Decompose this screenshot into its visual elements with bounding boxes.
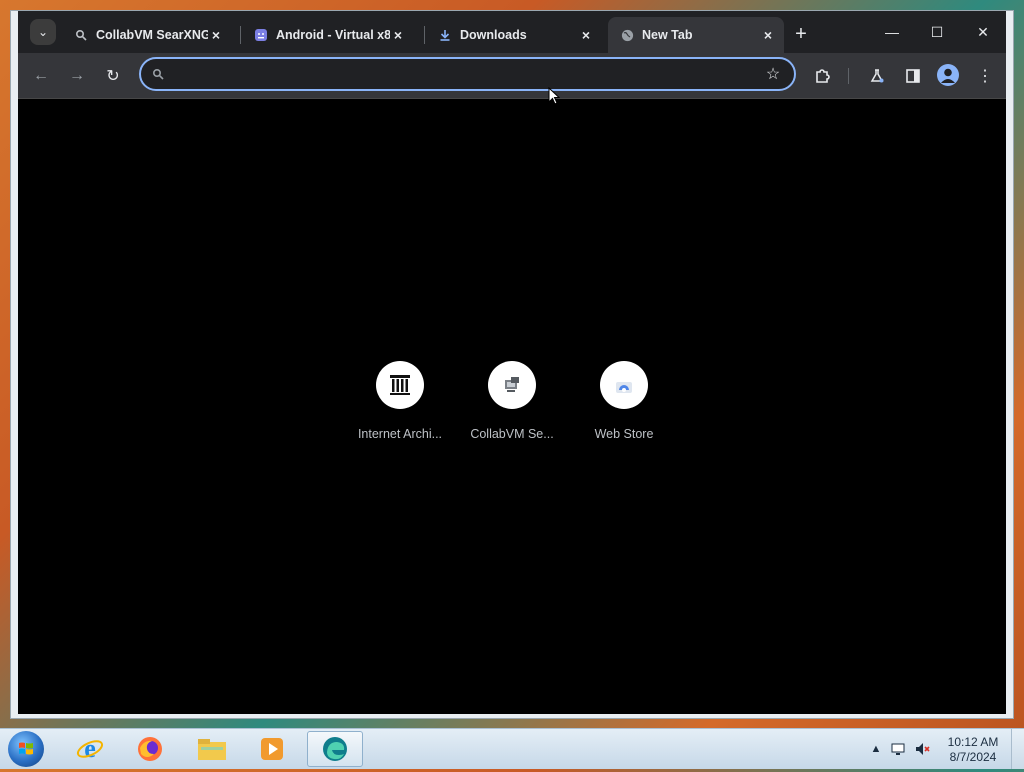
show-hidden-icons-arrow-icon[interactable]: ▲ [868, 741, 884, 757]
new-tab-button[interactable]: + [790, 23, 812, 45]
volume-muted-icon[interactable] [914, 741, 930, 757]
avatar-icon [941, 68, 955, 83]
new-tab-page: Internet Archi... CollabVM Se... Web Sto… [18, 99, 1006, 714]
taskbar-firefox[interactable] [122, 731, 178, 767]
download-icon [438, 28, 452, 42]
side-panel-icon [906, 69, 920, 83]
extensions-button[interactable] [811, 64, 835, 88]
bookmark-star-icon[interactable]: ☆ [764, 65, 782, 83]
taskbar: e ▲ 10:12 AM 8/7/2024 [0, 728, 1024, 769]
archive-icon [376, 361, 424, 409]
system-clock[interactable]: 10:12 AM 8/7/2024 [938, 735, 1008, 765]
close-tab-icon[interactable]: × [578, 27, 594, 43]
internet-explorer-icon: e [76, 734, 104, 763]
taskbar-internet-explorer[interactable]: e [62, 731, 118, 767]
flask-icon [870, 69, 884, 83]
svg-text:e: e [84, 734, 96, 763]
show-desktop-button[interactable] [1011, 729, 1024, 769]
collabvm-icon [488, 361, 536, 409]
close-tab-icon[interactable]: × [760, 27, 776, 43]
close-tab-icon[interactable]: × [390, 27, 406, 43]
shortcut-label: Internet Archi... [357, 427, 443, 441]
clock-date: 8/7/2024 [949, 750, 997, 764]
globe-icon [620, 28, 634, 42]
file-explorer-icon [198, 739, 226, 760]
toolbar-divider [848, 68, 849, 84]
browser-toolbar: ← → ↻ ☆ ⋮ [18, 53, 1006, 99]
tab-search-button[interactable]: ⌄ [30, 19, 56, 45]
shortcut-tile[interactable]: Web Store [569, 361, 679, 441]
network-icon[interactable] [890, 741, 906, 757]
tab-title: CollabVM SearXNG [96, 28, 208, 42]
labs-button[interactable] [865, 64, 889, 88]
close-tab-icon[interactable]: × [208, 27, 224, 43]
edge-icon [323, 737, 347, 761]
side-panel-button[interactable] [901, 64, 925, 88]
searxng-icon [151, 67, 165, 81]
tab-title: Android - Virtual x86 [276, 28, 390, 42]
webstore-icon [600, 361, 648, 409]
searxng-icon [74, 28, 88, 42]
menu-button[interactable]: ⋮ [973, 64, 997, 88]
tab-strip: ⌄ CollabVM SearXNG × Android - Virtual x… [18, 11, 1006, 53]
mouse-cursor-icon [548, 87, 560, 105]
address-input[interactable] [175, 64, 739, 86]
windows-logo-icon [19, 742, 33, 755]
forward-button[interactable]: → [65, 64, 89, 88]
address-bar[interactable]: ☆ [139, 57, 796, 91]
shortcut-tile[interactable]: CollabVM Se... [457, 361, 567, 441]
maximize-button[interactable]: ☐ [923, 21, 951, 43]
chevron-down-icon: ⌄ [37, 25, 49, 39]
taskbar-edge[interactable] [307, 731, 363, 767]
close-window-button[interactable]: ✕ [969, 21, 997, 43]
tab-title: Downloads [460, 28, 527, 42]
tab-android-virtual[interactable]: Android - Virtual x86 × [242, 17, 414, 53]
tab-collabvm-searxng[interactable]: CollabVM SearXNG × [62, 17, 232, 53]
browser-frame: ⌄ CollabVM SearXNG × Android - Virtual x… [18, 11, 1006, 714]
browser-window: ⌄ CollabVM SearXNG × Android - Virtual x… [10, 10, 1014, 719]
media-player-icon [261, 738, 283, 760]
profile-button[interactable] [937, 64, 959, 86]
minimize-button[interactable]: — [878, 21, 906, 43]
tab-separator [424, 26, 425, 44]
shortcut-label: Web Store [594, 427, 654, 441]
back-button[interactable]: ← [29, 64, 53, 88]
puzzle-icon [816, 69, 830, 83]
tab-new-tab[interactable]: New Tab × [608, 17, 784, 53]
tab-downloads[interactable]: Downloads × [426, 17, 602, 53]
taskbar-file-explorer[interactable] [184, 731, 240, 767]
kebab-menu-icon: ⋮ [977, 68, 993, 85]
taskbar-media-player[interactable] [244, 731, 300, 767]
tab-title: New Tab [642, 28, 693, 42]
shortcut-label: CollabVM Se... [470, 427, 554, 441]
tab-separator [240, 26, 241, 44]
firefox-icon [138, 737, 162, 761]
android-icon [254, 28, 268, 42]
clock-time: 10:12 AM [947, 735, 999, 749]
start-button[interactable] [8, 731, 44, 767]
shortcut-tile[interactable]: Internet Archi... [345, 361, 455, 441]
reload-button[interactable]: ↻ [101, 64, 125, 88]
